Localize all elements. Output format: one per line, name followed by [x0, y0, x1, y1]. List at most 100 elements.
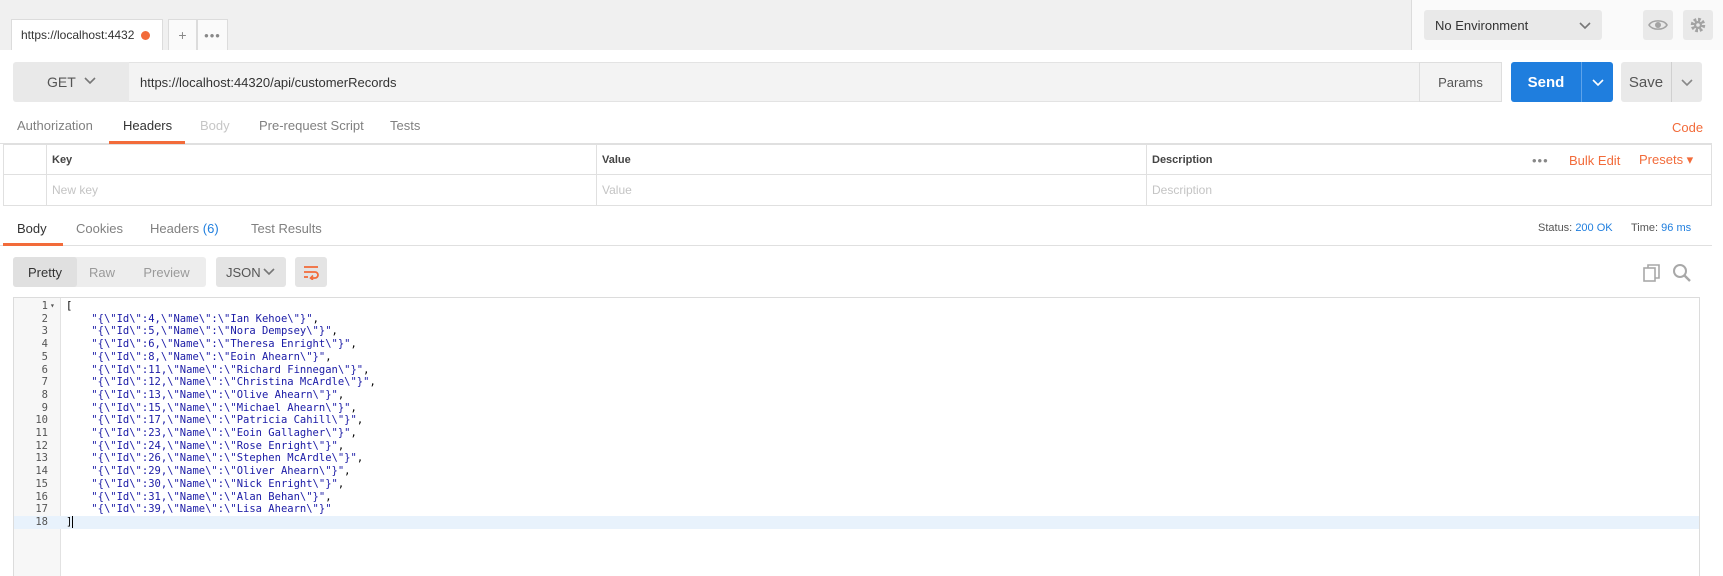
- response-body-editor[interactable]: 1 ▾ [2 "{\"Id\":4,\"Name\":\"Ian Kehoe\"}"…: [13, 297, 1700, 576]
- tab-tests[interactable]: Tests: [390, 118, 420, 133]
- language-select[interactable]: JSON: [216, 257, 286, 287]
- code-text: "{\"Id\":11,\"Name\":\"Richard Finnegan\…: [91, 363, 370, 376]
- string-token: "{\"Id\":24,\"Name\":\"Rose Enright\"}": [91, 439, 338, 452]
- line-number: 17: [35, 503, 48, 516]
- code-text: [: [66, 300, 73, 312]
- string-token: "{\"Id\":30,\"Name\":\"Nick Enright\"}": [91, 477, 338, 490]
- string-token: "{\"Id\":13,\"Name\":\"Olive Ahearn\"}": [91, 388, 338, 401]
- url-input[interactable]: https://localhost:44320/api/customerReco…: [129, 62, 1419, 102]
- code-text: "{\"Id\":15,\"Name\":\"Michael Ahearn\"}…: [91, 401, 357, 414]
- code-text: "{\"Id\":12,\"Name\":\"Christina McArdle…: [91, 376, 376, 389]
- code-line: 16 "{\"Id\":31,\"Name\":\"Alan Behan\"}"…: [14, 491, 1699, 504]
- string-token: "{\"Id\":12,\"Name\":\"Christina McArdle…: [91, 376, 370, 389]
- response-tab-body[interactable]: Body: [17, 221, 47, 236]
- code-line: 15 "{\"Id\":30,\"Name\":\"Nick Enright\"…: [14, 478, 1699, 491]
- line-number: 9: [41, 401, 48, 414]
- request-tab[interactable]: https://localhost:4432: [11, 19, 163, 50]
- response-tab-cookies[interactable]: Cookies: [76, 221, 123, 236]
- code-text: "{\"Id\":31,\"Name\":\"Alan Behan\"}",: [91, 490, 332, 503]
- time-label: Time:: [1631, 222, 1659, 234]
- code-line: 9 "{\"Id\":15,\"Name\":\"Michael Ahearn\…: [14, 402, 1699, 415]
- line-number: 6: [41, 363, 48, 376]
- headers-table-header: Key Value Description ••• Bulk Edit Pres…: [4, 145, 1711, 175]
- chevron-down-icon: [1579, 22, 1591, 30]
- send-dropdown-button[interactable]: [1581, 62, 1613, 102]
- code-text: "{\"Id\":13,\"Name\":\"Olive Ahearn\"}",: [91, 388, 345, 401]
- presets-dropdown[interactable]: Presets ▾: [1639, 145, 1693, 175]
- code-text: "{\"Id\":4,\"Name\":\"Ian Kehoe\"}",: [91, 312, 319, 325]
- text-cursor: [72, 515, 74, 528]
- environment-select[interactable]: No Environment: [1424, 10, 1602, 40]
- save-dropdown-button[interactable]: [1671, 62, 1702, 102]
- copy-icon[interactable]: [1641, 262, 1663, 284]
- string-token: "{\"Id\":8,\"Name\":\"Eoin Ahearn\"}": [91, 350, 326, 363]
- string-token: "{\"Id\":39,\"Name\":\"Lisa Ahearn\"}": [91, 503, 332, 516]
- tab-body[interactable]: Body: [200, 118, 230, 133]
- code-text: "{\"Id\":17,\"Name\":\"Patricia Cahill\"…: [91, 414, 364, 427]
- string-token: "{\"Id\":26,\"Name\":\"Stephen McArdle\"…: [91, 452, 357, 465]
- column-options-button[interactable]: •••: [1532, 145, 1549, 175]
- response-tab-headers-label: Headers: [150, 221, 200, 236]
- chevron-down-icon: [1681, 79, 1693, 87]
- request-tabs: Authorization Headers Body Pre-request S…: [0, 112, 1712, 144]
- format-preview-button[interactable]: Preview: [127, 257, 206, 287]
- tab-authorization[interactable]: Authorization: [17, 118, 93, 133]
- string-token: "{\"Id\":6,\"Name\":\"Theresa Enright\"}…: [91, 338, 351, 351]
- fold-toggle-icon[interactable]: ▾: [50, 300, 55, 313]
- gear-icon: [1690, 17, 1706, 33]
- wrap-lines-button[interactable]: [295, 257, 327, 287]
- line-number: 15: [35, 477, 48, 490]
- code-text: "{\"Id\":30,\"Name\":\"Nick Enright\"}",: [91, 477, 345, 490]
- line-number: 5: [41, 350, 48, 363]
- code-text: "{\"Id\":24,\"Name\":\"Rose Enright\"}",: [91, 439, 345, 452]
- code-text: ]: [66, 515, 74, 528]
- environment-quick-look-button[interactable]: [1643, 10, 1673, 40]
- code-line: 14 "{\"Id\":29,\"Name\":\"Oliver Ahearn\…: [14, 465, 1699, 478]
- code-link[interactable]: Code: [1672, 120, 1703, 135]
- string-token: "{\"Id\":15,\"Name\":\"Michael Ahearn\"}…: [91, 401, 351, 414]
- code-line: 8 "{\"Id\":13,\"Name\":\"Olive Ahearn\"}…: [14, 389, 1699, 402]
- string-token: "{\"Id\":29,\"Name\":\"Oliver Ahearn\"}": [91, 465, 345, 478]
- new-description-input[interactable]: Description: [1146, 175, 1526, 205]
- bulk-edit-link[interactable]: Bulk Edit: [1569, 145, 1620, 175]
- response-tab-headers[interactable]: Headers (6): [150, 221, 219, 236]
- new-value-input[interactable]: Value: [596, 175, 1146, 205]
- new-key-input[interactable]: New key: [46, 175, 596, 205]
- active-response-tab-indicator: [3, 243, 63, 246]
- code-line: 1 ▾ [: [14, 300, 1699, 313]
- string-token: "{\"Id\":17,\"Name\":\"Patricia Cahill\"…: [91, 414, 357, 427]
- manage-environments-button[interactable]: [1683, 10, 1713, 40]
- status-label: Status:: [1538, 222, 1573, 234]
- params-button[interactable]: Params: [1419, 62, 1502, 102]
- line-number: 4: [41, 338, 48, 351]
- code-text: "{\"Id\":39,\"Name\":\"Lisa Ahearn\"}": [66, 503, 332, 516]
- save-button[interactable]: Save: [1621, 62, 1671, 102]
- tab-pre-request-script[interactable]: Pre-request Script: [259, 118, 364, 133]
- response-tab-test-results[interactable]: Test Results: [251, 221, 322, 236]
- code-line: 3 "{\"Id\":5,\"Name\":\"Nora Dempsey\"}"…: [14, 325, 1699, 338]
- status-value: 200 OK: [1575, 222, 1613, 234]
- code-line: 18]: [14, 515, 1699, 529]
- new-tab-button[interactable]: +: [168, 19, 197, 50]
- table-row: New key Value Description: [4, 175, 1711, 205]
- headers-table: Key Value Description ••• Bulk Edit Pres…: [3, 144, 1712, 206]
- request-tab-label: https://localhost:4432: [21, 28, 135, 42]
- headers-count-badge: (6): [202, 221, 219, 236]
- column-description: Description: [1146, 145, 1526, 175]
- code-line: 6 "{\"Id\":11,\"Name\":\"Richard Finnega…: [14, 364, 1699, 377]
- format-pretty-button[interactable]: Pretty: [13, 257, 77, 287]
- code-line: 12 "{\"Id\":24,\"Name\":\"Rose Enright\"…: [14, 440, 1699, 453]
- tab-strip: https://localhost:4432 + ••• No Environm…: [0, 0, 1723, 50]
- code-text: "{\"Id\":23,\"Name\":\"Eoin Gallagher\"}…: [91, 427, 357, 439]
- method-select[interactable]: GET: [13, 62, 129, 102]
- column-key: Key: [46, 145, 596, 175]
- search-icon[interactable]: [1671, 262, 1693, 284]
- line-number: 3: [41, 325, 48, 338]
- send-button[interactable]: Send: [1511, 62, 1581, 102]
- format-raw-button[interactable]: Raw: [77, 257, 127, 287]
- line-number: 16: [35, 490, 48, 503]
- tab-more-button[interactable]: •••: [197, 19, 228, 50]
- tab-headers[interactable]: Headers: [123, 118, 172, 133]
- line-number: 11: [35, 427, 48, 439]
- string-token: "{\"Id\":11,\"Name\":\"Richard Finnegan\…: [91, 363, 364, 376]
